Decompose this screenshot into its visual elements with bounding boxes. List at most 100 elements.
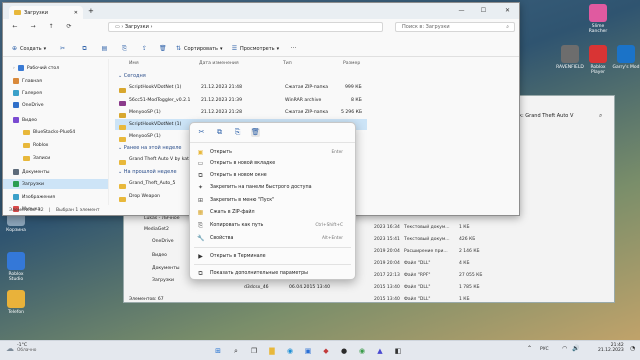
- sidebar-item-documents[interactable]: Документы: [13, 167, 50, 177]
- menu-item-compress-zip[interactable]: ▦ Сжать в ZIP-файл: [190, 207, 355, 217]
- tab-downloads[interactable]: Загрузки ✕: [9, 6, 83, 19]
- app-taskbar-icon[interactable]: ◉: [356, 345, 368, 357]
- column-header-size[interactable]: Размер: [343, 61, 360, 66]
- title-bar[interactable]: Загрузки ✕ + — ☐ ✕: [3, 3, 519, 19]
- desktop-icon-label: Slime Rancher: [588, 24, 608, 34]
- up-arrow-icon[interactable]: ↑: [47, 23, 55, 31]
- app-taskbar-icon[interactable]: ◧: [392, 345, 404, 357]
- app-taskbar-icon[interactable]: ●: [338, 345, 350, 357]
- sidebar-item-downloads[interactable]: Загрузки: [3, 179, 108, 189]
- rename-button[interactable]: ⎘: [121, 45, 128, 52]
- app-taskbar-icon[interactable]: ◆: [320, 345, 332, 357]
- sidebar-item-onedrive[interactable]: OneDrive: [13, 100, 44, 110]
- sidebar-item-pictures[interactable]: Изображения: [13, 192, 55, 202]
- back-table-row[interactable]: 2015 13:40: [374, 297, 400, 302]
- column-header-name[interactable]: Имя: [129, 61, 139, 66]
- desktop-icon-telefon[interactable]: Telefon: [2, 290, 30, 315]
- menu-item-open[interactable]: ▣ Открыть Enter: [190, 147, 355, 157]
- paste-button[interactable]: ▤: [101, 45, 108, 52]
- back-file-name[interactable]: d3dcsx_46: [244, 285, 269, 290]
- close-tab-icon[interactable]: ✕: [74, 10, 78, 16]
- group-header-today[interactable]: ⌄ Сегодня: [118, 73, 146, 79]
- desktop-icon-roblox-studio[interactable]: Roblox Studio: [2, 252, 30, 282]
- back-table-row[interactable]: 2015 13:40: [374, 285, 400, 290]
- sidebar-item-gallery[interactable]: Галерея: [13, 88, 42, 98]
- menu-item-open-terminal[interactable]: ▶ Открыть в Терминале: [190, 251, 355, 261]
- weather-widget[interactable]: ☁ -1°C Облачно: [6, 343, 36, 353]
- group-header-last-week[interactable]: ⌄ На прошлой неделе: [118, 169, 177, 175]
- file-explorer-taskbar-icon[interactable]: ▇: [266, 345, 278, 357]
- back-sidebar-item[interactable]: Lukas - Личное: [144, 216, 180, 221]
- store-taskbar-icon[interactable]: ▣: [302, 345, 314, 357]
- task-view-icon[interactable]: ❐: [248, 345, 260, 357]
- menu-item-copy-path[interactable]: ⎘ Копировать как путь Ctrl+Shift+C: [190, 220, 355, 230]
- trash-icon[interactable]: 🗑: [251, 128, 260, 137]
- refresh-icon[interactable]: ⟳: [65, 23, 73, 31]
- back-table-row[interactable]: 2023 15:41: [374, 237, 400, 242]
- minimize-button[interactable]: —: [457, 6, 466, 15]
- start-button[interactable]: ⊞: [212, 345, 224, 357]
- notification-icon[interactable]: ◔: [630, 345, 635, 352]
- file-row[interactable]: ScriptHookVDotNet (1) 21.12.2023 21:48 С…: [115, 82, 367, 93]
- sidebar-item-roblox[interactable]: Roblox: [23, 140, 48, 150]
- file-row[interactable]: 56cc51-ModToggler_v0.2.1 21.12.2023 21:3…: [115, 95, 367, 106]
- desktop-icon-roblox-player[interactable]: Roblox Player: [584, 45, 612, 75]
- back-table-row[interactable]: 2023 16:34: [374, 225, 400, 230]
- wifi-icon[interactable]: ◠: [562, 345, 567, 352]
- search-icon[interactable]: ⌕: [230, 345, 242, 357]
- menu-item-pin-start[interactable]: ⊞ Закрепить в меню "Пуск": [190, 195, 355, 205]
- app-taskbar-icon[interactable]: ▲: [374, 345, 386, 357]
- language-indicator[interactable]: РУС: [540, 347, 549, 352]
- menu-item-properties[interactable]: 🔧 Свойства Alt+Enter: [190, 233, 355, 243]
- column-header-date[interactable]: Дата изменения: [199, 61, 239, 66]
- view-button[interactable]: ☰ Просмотреть ▾: [231, 45, 279, 52]
- back-sidebar-item[interactable]: Видео: [152, 253, 167, 258]
- new-tab-button[interactable]: +: [88, 7, 94, 15]
- more-button[interactable]: ···: [290, 45, 297, 52]
- clock[interactable]: 21:42 21.12.2023: [598, 343, 624, 353]
- back-table-row[interactable]: 2019 20:04: [374, 261, 400, 266]
- edge-taskbar-icon[interactable]: ◉: [284, 345, 296, 357]
- group-header-earlier-week[interactable]: ⌄ Ранее на этой неделе: [118, 145, 182, 151]
- search-input[interactable]: Поиск в: Загрузки ⌕: [395, 22, 515, 32]
- copy-button[interactable]: ⧉: [81, 45, 88, 52]
- back-sidebar-item[interactable]: Загрузки: [152, 278, 174, 283]
- menu-item-open-new-window[interactable]: ⧉ Открыть в новом окне: [190, 170, 355, 180]
- delete-button[interactable]: 🗑: [159, 45, 167, 52]
- desktop-icon-ravenfield[interactable]: RAVENFIELD: [556, 45, 584, 70]
- sidebar-item-bluestacks[interactable]: BlueStacks-Plus64: [23, 127, 75, 137]
- back-sidebar-item[interactable]: MediaGet2: [144, 227, 169, 232]
- back-table-row[interactable]: 2017 22:13: [374, 273, 400, 278]
- back-window-search-icon[interactable]: ⌕: [599, 112, 602, 120]
- maximize-button[interactable]: ☐: [479, 6, 488, 15]
- rename-icon[interactable]: ⎘: [233, 128, 242, 137]
- address-field[interactable]: ▭ › Загрузки ›: [108, 22, 383, 32]
- column-header-type[interactable]: Тип: [283, 61, 292, 66]
- file-row[interactable]: MenyooSP (1) 21.12.2023 21:28 Сжатая ZIP…: [115, 107, 367, 118]
- share-button[interactable]: ⇪: [141, 45, 148, 52]
- forward-arrow-icon[interactable]: →: [29, 23, 37, 31]
- sidebar-item-home[interactable]: Главная: [13, 76, 42, 86]
- sidebar-item-video[interactable]: Видео: [13, 115, 37, 125]
- cut-button[interactable]: ✂: [59, 45, 66, 52]
- create-button[interactable]: ⊕ Создать ▾: [11, 45, 46, 52]
- back-sidebar-item[interactable]: OneDrive: [152, 239, 174, 244]
- volume-icon[interactable]: 🔊: [572, 345, 579, 352]
- close-button[interactable]: ✕: [503, 6, 512, 15]
- copy-icon[interactable]: ⧉: [215, 128, 224, 137]
- back-arrow-icon[interactable]: ←: [11, 23, 19, 31]
- back-sidebar-item[interactable]: Документы: [152, 266, 180, 271]
- menu-item-more-options[interactable]: ⧉ Показать дополнительные параметры: [190, 268, 355, 278]
- paste-icon: ▤: [101, 45, 108, 52]
- back-table-row[interactable]: 2019 20:04: [374, 249, 400, 254]
- menu-item-open-new-tab[interactable]: ▭ Открыть в новой вкладке: [190, 158, 355, 168]
- sidebar-item-desktop[interactable]: › Рабочий стол: [13, 63, 59, 73]
- menu-item-pin-quick-access[interactable]: ✦ Закрепить на панели быстрого доступа: [190, 182, 355, 192]
- desktop-icon-slime-rancher[interactable]: Slime Rancher: [584, 4, 612, 34]
- cut-icon[interactable]: ✂: [197, 128, 206, 137]
- sort-button[interactable]: ⇅ Сортировать ▾: [175, 45, 223, 52]
- context-menu[interactable]: ✂ ⧉ ⎘ 🗑 ▣ Открыть Enter ▭ Открыть в ново…: [189, 122, 356, 280]
- desktop-icon-garrys-mod[interactable]: Garry's Mod: [612, 45, 640, 70]
- tray-chevron-icon[interactable]: ⌃: [527, 345, 532, 352]
- sidebar-item-recordings[interactable]: Записи: [23, 153, 50, 163]
